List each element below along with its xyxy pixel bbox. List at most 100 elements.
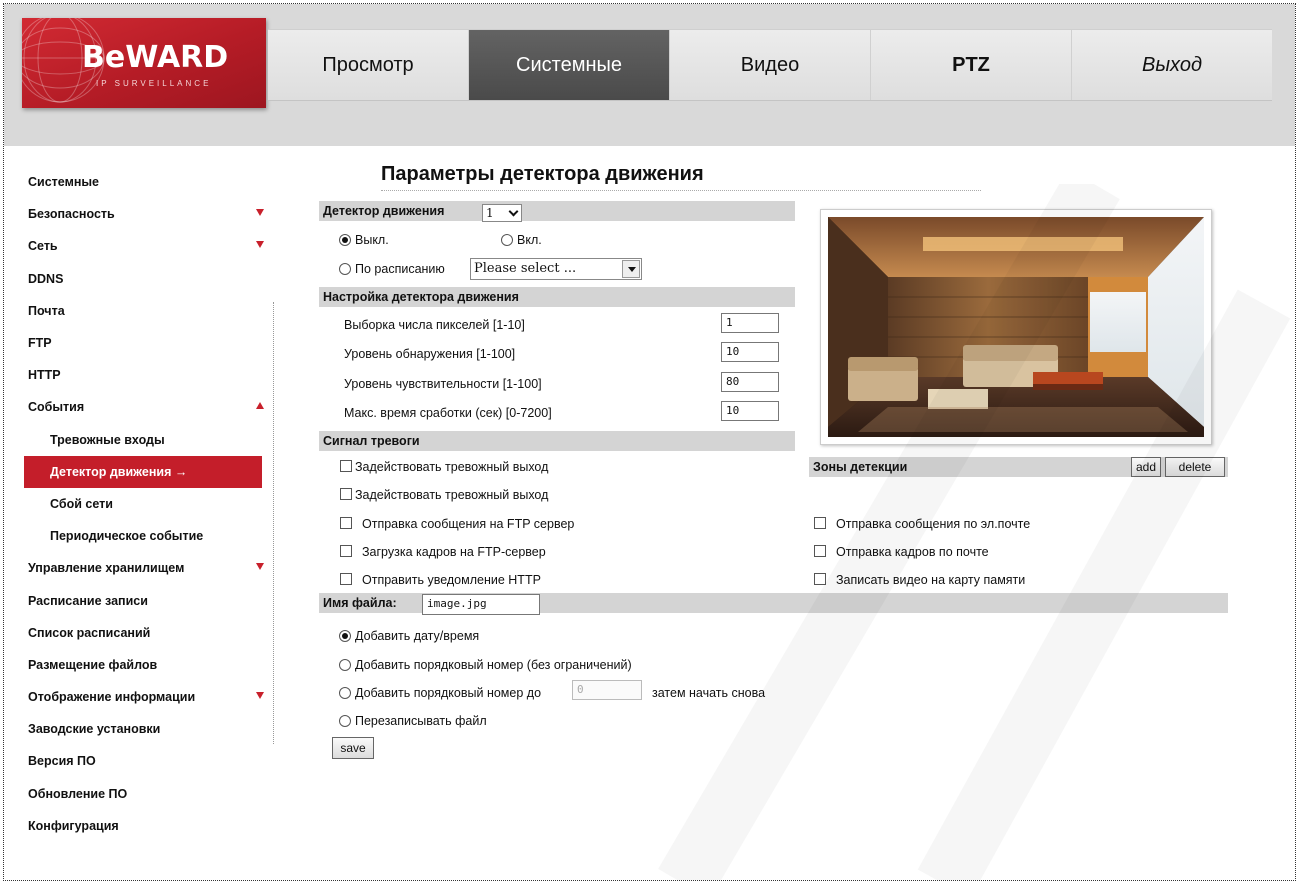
sidebar-item-configuration[interactable]: Конфигурация <box>28 810 274 842</box>
pixel-sample-input[interactable]: 1 <box>721 313 779 333</box>
dropdown-arrow-icon <box>622 260 640 278</box>
email-message-label: Отправка сообщения по эл.почте <box>836 517 1031 531</box>
ftp-upload-checkbox[interactable] <box>340 545 352 557</box>
sidebar-item-mail[interactable]: Почта <box>28 295 274 327</box>
filename-label: Имя файла: <box>323 596 397 610</box>
alarm-output-2-checkbox[interactable] <box>340 488 352 500</box>
filename-date-label: Добавить дату/время <box>355 629 480 643</box>
sidebar-item-network[interactable]: Сеть <box>28 230 274 262</box>
sensitivity-level-input[interactable]: 80 <box>721 372 779 392</box>
zones-label: Зоны детекции <box>813 460 908 474</box>
alarm-output-2-label: Задействовать тревожный выход <box>355 488 549 502</box>
expand-arrow-icon <box>256 563 264 571</box>
schedule-select[interactable]: Please select ... <box>470 258 642 280</box>
camera-preview[interactable] <box>820 209 1212 445</box>
detector-label: Детектор движения <box>323 204 445 218</box>
sidebar-item-motion-detector[interactable]: Детектор движения → <box>24 455 262 488</box>
sidebar-item-info-display[interactable]: Отображение информации <box>28 681 274 713</box>
ftp-upload-label: Загрузка кадров на FTP-сервер <box>362 545 546 559</box>
ftp-message-checkbox[interactable] <box>340 517 352 529</box>
filename-seq-radio[interactable] <box>339 659 351 671</box>
ftp-message-label: Отправка сообщения на FTP сервер <box>362 517 575 531</box>
sidebar-item-label: Управление хранилищем <box>28 561 185 576</box>
sidebar-item-factory-defaults[interactable]: Заводские установки <box>28 713 274 745</box>
sidebar-item-security[interactable]: Безопасность <box>28 198 274 230</box>
email-frames-checkbox[interactable] <box>814 545 826 557</box>
nav-system[interactable]: Системные <box>469 30 670 100</box>
nav-ptz[interactable]: PTZ <box>871 30 1072 100</box>
pixel-sample-label: Выборка числа пикселей [1-10] <box>344 318 525 332</box>
sidebar-item-firmware-version[interactable]: Версия ПО <box>28 745 274 777</box>
email-message-checkbox[interactable] <box>814 517 826 529</box>
filename-seq-to-suffix: затем начать снова <box>652 686 766 700</box>
sidebar-item-alarm-inputs[interactable]: Тревожные входы <box>28 424 274 456</box>
detector-number-select[interactable]: 1 <box>482 204 522 222</box>
add-zone-button[interactable]: add <box>1131 457 1161 477</box>
filename-overwrite-label: Перезаписывать файл <box>355 714 487 728</box>
nav-video[interactable]: Видео <box>670 30 871 100</box>
alarm-section-bar: Сигнал тревоги <box>319 431 795 451</box>
sidebar-item-network-failure[interactable]: Сбой сети <box>28 488 274 520</box>
detector-off-radio[interactable] <box>339 234 351 246</box>
collapse-arrow-icon <box>256 402 264 410</box>
sidebar-item-system[interactable]: Системные <box>28 166 274 198</box>
expand-arrow-icon <box>256 241 264 249</box>
sidebar-item-record-schedule[interactable]: Расписание записи <box>28 584 274 616</box>
save-button[interactable]: save <box>332 737 374 759</box>
sidebar-item-firmware-update[interactable]: Обновление ПО <box>28 778 274 810</box>
filename-seq-to-radio[interactable] <box>339 687 351 699</box>
filename-overwrite-radio[interactable] <box>339 715 351 727</box>
filename-input[interactable]: image.jpg <box>422 594 540 615</box>
logo-tagline: IP SURVEILLANCE <box>96 79 212 88</box>
sd-record-checkbox[interactable] <box>814 573 826 585</box>
sidebar-divider <box>273 302 274 744</box>
delete-zone-button[interactable]: delete <box>1165 457 1225 477</box>
sidebar-item-ftp[interactable]: FTP <box>28 327 274 359</box>
detector-schedule-label: По расписанию <box>355 262 445 276</box>
max-trigger-time-input[interactable]: 10 <box>721 401 779 421</box>
detector-section-bar: Детектор движения <box>319 201 795 221</box>
page-title: Параметры детектора движения <box>381 163 704 185</box>
filename-date-radio[interactable] <box>339 630 351 642</box>
http-notify-label: Отправить уведомление HTTP <box>362 573 541 587</box>
sidebar-item-http[interactable]: HTTP <box>28 359 274 391</box>
detector-schedule-radio[interactable] <box>339 263 351 275</box>
nav-view[interactable]: Просмотр <box>268 30 469 100</box>
nav-logout[interactable]: Выход <box>1072 30 1272 100</box>
sidebar-item-file-location[interactable]: Размещение файлов <box>28 649 274 681</box>
detector-on-label: Вкл. <box>517 233 542 247</box>
settings-section-bar: Настройка детектора движения <box>319 287 795 307</box>
top-nav: Просмотр Системные Видео PTZ Выход <box>268 29 1272 101</box>
expand-arrow-icon <box>256 692 264 699</box>
detector-off-label: Выкл. <box>355 233 389 247</box>
sidebar-item-label: События <box>28 400 85 415</box>
sidebar-item-ddns[interactable]: DDNS <box>28 263 274 295</box>
email-frames-label: Отправка кадров по почте <box>836 545 989 559</box>
max-trigger-time-label: Макс. время сработки (сек) [0-7200] <box>344 406 552 420</box>
alarm-output-1-checkbox[interactable] <box>340 460 352 472</box>
sidebar-item-label: Отображение информации <box>28 690 196 705</box>
sidebar: Системные Безопасность Сеть DDNS Почта F… <box>24 166 274 842</box>
detection-level-label: Уровень обнаружения [1-100] <box>344 347 516 361</box>
sidebar-item-events[interactable]: События <box>28 391 274 423</box>
title-underline <box>381 190 981 191</box>
beward-logo[interactable]: BeWARD IP SURVEILLANCE <box>22 18 266 108</box>
header: BeWARD IP SURVEILLANCE Просмотр Системны… <box>4 4 1295 146</box>
filename-seq-to-label: Добавить порядковый номер до <box>355 686 542 700</box>
filename-seq-label: Добавить порядковый номер (без ограничен… <box>355 658 632 672</box>
sidebar-item-schedule-list[interactable]: Список расписаний <box>28 617 274 649</box>
seq-limit-input[interactable]: 0 <box>572 680 642 700</box>
detection-level-input[interactable]: 10 <box>721 342 779 362</box>
logo-wordmark: BeWARD <box>82 40 229 75</box>
sensitivity-level-label: Уровень чувствительности [1-100] <box>344 377 542 391</box>
http-notify-checkbox[interactable] <box>340 573 352 585</box>
expand-arrow-icon <box>256 209 264 217</box>
camera-preview-image <box>828 217 1204 437</box>
sd-record-label: Записать видео на карту памяти <box>836 573 1026 587</box>
detector-on-radio[interactable] <box>501 234 513 246</box>
chevron-down-icon <box>508 206 519 217</box>
schedule-select-value: Please select ... <box>474 261 577 276</box>
sidebar-item-periodic-event[interactable]: Периодическое событие <box>28 520 274 552</box>
sidebar-item-label: Сеть <box>28 239 58 254</box>
sidebar-item-storage[interactable]: Управление хранилищем <box>28 552 274 584</box>
